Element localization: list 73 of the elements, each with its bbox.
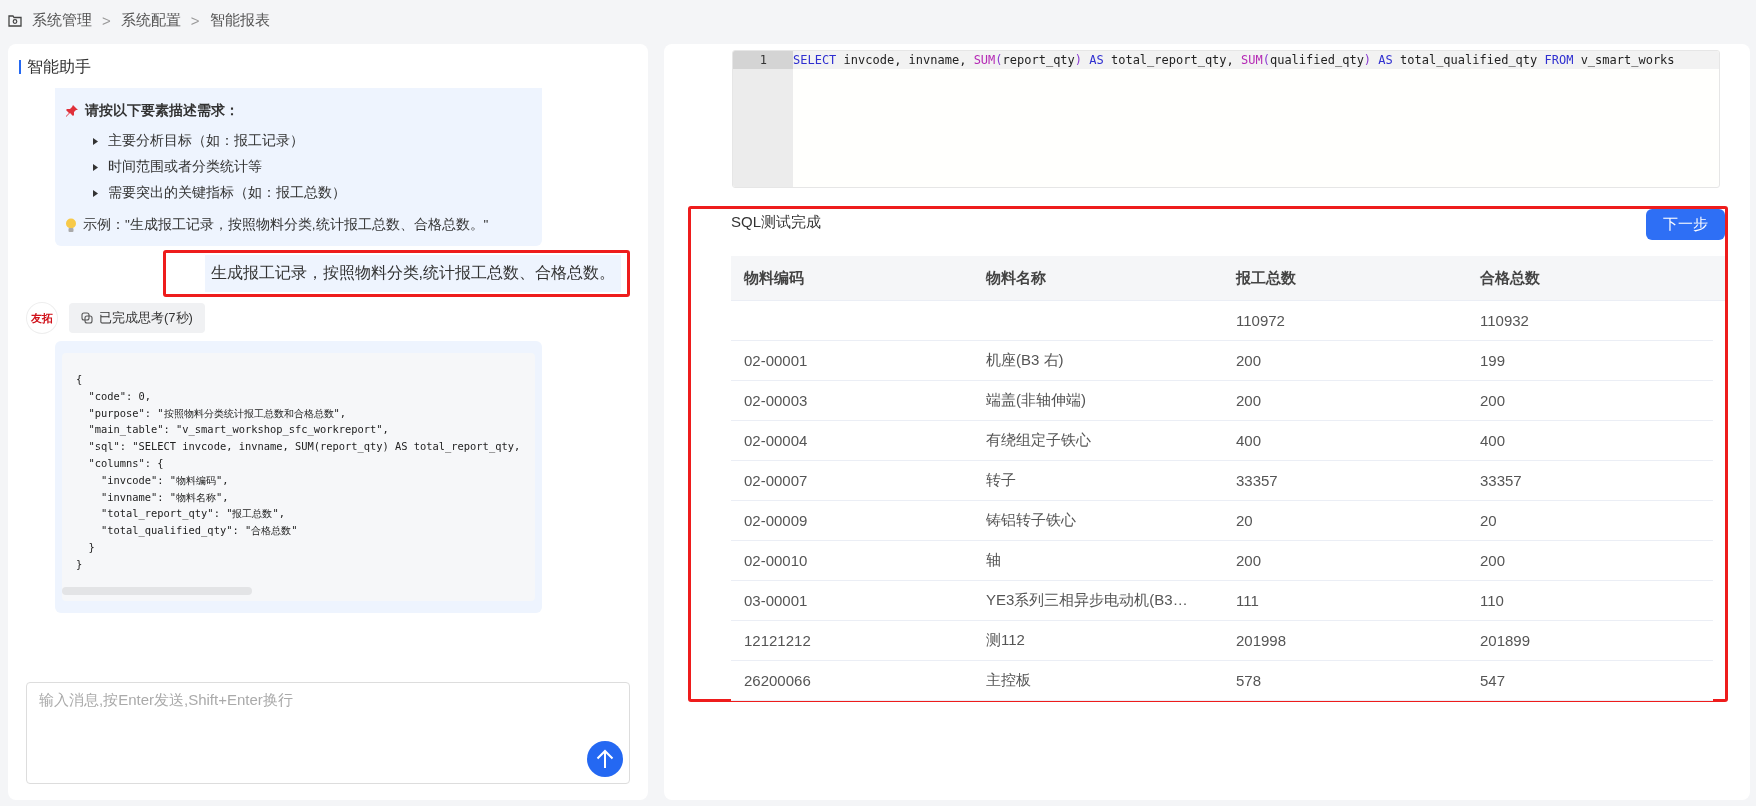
lightbulb-icon: [65, 217, 77, 233]
table-cell-text: 200: [1235, 352, 1263, 369]
column-header: 物料名称: [984, 268, 1047, 288]
table-cell-text: 有绕组定子铁心: [985, 431, 1092, 450]
table-cell-text: 201899: [1479, 632, 1532, 649]
folder-icon: [8, 13, 22, 27]
table-cell-text: 110: [1479, 592, 1505, 609]
table-cell-text: 110972: [1235, 312, 1286, 329]
table-cell-text: 110932: [1479, 312, 1530, 329]
table-cell-text: 400: [1235, 432, 1263, 449]
column-header: 合格总数: [1479, 268, 1541, 288]
breadcrumb-item[interactable]: 系统配置: [120, 10, 181, 30]
table-cell-text: 200: [1235, 552, 1263, 569]
table-cell-text: 02-00003: [743, 392, 809, 409]
table-cell-text: 201998: [1235, 632, 1288, 649]
table-cell-text: 20: [1235, 512, 1254, 529]
code-text: { "code": 0, "purpose": "按照物料分类统计报工总数和合格总数", "main_table": "v_smart_workshop_sfc_workreport", "sql": "SELECT invcode, invname, SUM(report_qty) AS total_report_qty, "columns": { "invcode": "物料编码", "invname": "物料名称", "total_report_qty": "报工总数", "total_qualified_qty": "合格总数" } }: [76, 372, 522, 572]
table-cell-text: 端盖(非轴伸端): [985, 391, 1087, 410]
avatar: 友拓: [27, 303, 57, 333]
table-cell-text: 200: [1479, 392, 1507, 409]
table-cell-text: 578: [1235, 672, 1263, 689]
intro-bullet: 时间范围或者分类统计等: [108, 158, 262, 176]
table-cell-text: 转子: [985, 471, 1017, 490]
table-cell-text: 铸铝转子铁心: [985, 511, 1077, 530]
send-button[interactable]: [587, 741, 623, 777]
code-line: SELECT invcode, invname, SUM(report_qty) AS total_report_qty, SUM(qualified_qty) AS total_qualified_qty FROM v_smart_works: [793, 52, 1675, 69]
table-cell-text: 12121212: [743, 632, 812, 649]
breadcrumb-separator: >: [102, 11, 111, 29]
table-cell-text: 主控板: [985, 671, 1032, 690]
table-cell-text: 02-00001: [743, 352, 809, 369]
table-cell-text: 33357: [1479, 472, 1523, 489]
message-input[interactable]: 输入消息,按Enter发送,Shift+Enter换行: [26, 682, 630, 784]
bullet-icon: [93, 163, 98, 171]
table-cell-text: 33357: [1235, 472, 1279, 489]
column-header: 报工总数: [1234, 268, 1297, 288]
table-cell-text: 轴: [985, 551, 1002, 570]
intro-bullet: 主要分析目标（如：报工记录）: [108, 132, 304, 150]
pushpin-icon: [65, 104, 79, 118]
bullet-icon: [93, 189, 98, 197]
arrow-up-icon: [596, 749, 614, 769]
next-button[interactable]: 下一步: [1646, 209, 1725, 240]
column-header: 物料编码: [742, 268, 805, 288]
table-cell-text: 02-00010: [743, 552, 809, 569]
table-cell-text: 测112: [985, 631, 1026, 650]
breadcrumb-item[interactable]: 系统管理: [32, 10, 92, 30]
bullet-icon: [93, 137, 98, 145]
thinking-icon: [81, 312, 93, 324]
example-text: 示例："生成报工记录，按照物料分类,统计报工总数、合格总数。": [83, 216, 489, 234]
intro-heading: 请按以下要素描述需求：: [85, 102, 239, 120]
line-number: 1: [733, 51, 793, 69]
table-cell-text: 200: [1479, 552, 1507, 569]
table-cell-text: 03-00001: [743, 592, 809, 609]
table-cell-text: 111: [1235, 592, 1260, 609]
breadcrumb-item[interactable]: 智能报表: [209, 10, 270, 30]
breadcrumb-separator: >: [190, 11, 200, 29]
user-message: 生成报工记录，按照物料分类,统计报工总数、合格总数。: [204, 255, 621, 292]
table-cell-text: 20: [1479, 512, 1498, 529]
intro-bullet: 需要突出的关键指标（如：报工总数）: [108, 184, 346, 202]
table-cell-text: 机座(B3 右): [985, 351, 1065, 370]
panel-title: 智能助手: [27, 56, 91, 77]
table-cell-text: 400: [1479, 432, 1507, 449]
table-cell-text: 02-00007: [743, 472, 809, 489]
table-cell-text: 02-00009: [743, 512, 809, 529]
scrollbar[interactable]: [62, 586, 252, 595]
table-cell-text: 199: [1479, 352, 1507, 369]
table-cell-text: 200: [1235, 392, 1263, 409]
thinking-toggle[interactable]: 已完成思考(7秒): [69, 303, 205, 333]
title-accent-bar: [19, 60, 21, 74]
table-cell-text: 02-00004: [743, 432, 809, 449]
table-cell-text: 547: [1479, 672, 1507, 689]
status-text: SQL测试完成: [731, 213, 821, 232]
table-cell-text: YE3系列三相异步电动机(B3…: [985, 591, 1189, 610]
table-cell-text: 26200066: [743, 672, 812, 689]
